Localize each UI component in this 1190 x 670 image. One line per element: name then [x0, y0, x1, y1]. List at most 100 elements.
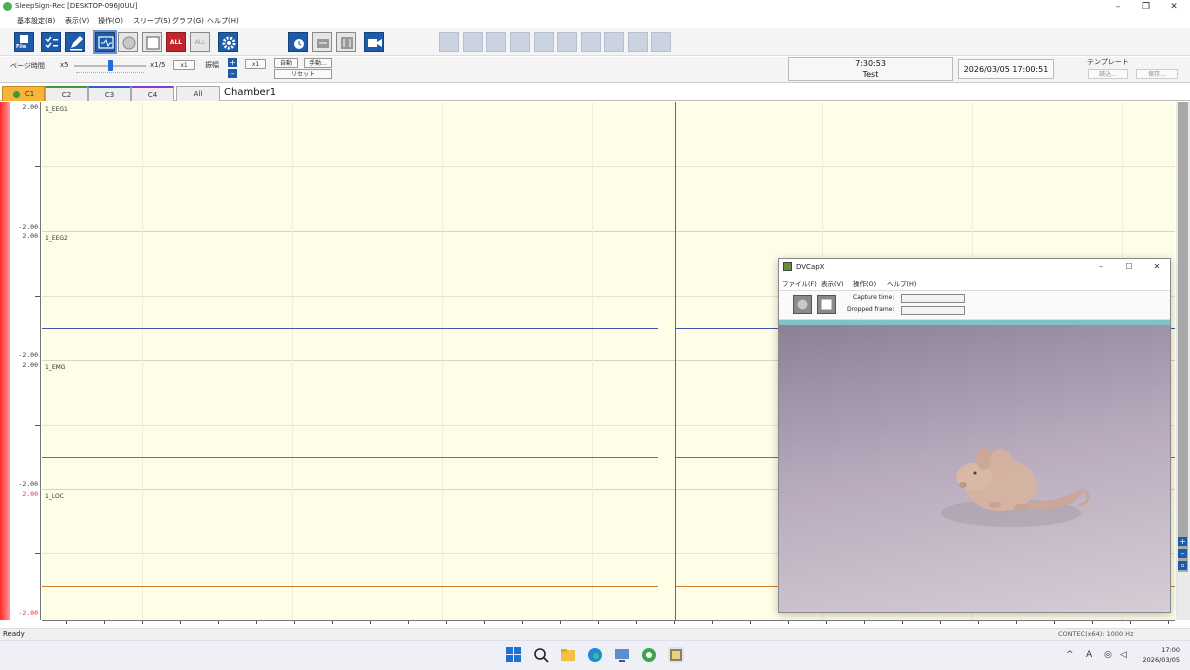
file-explorer-icon[interactable] [560, 647, 576, 663]
zoom-in-button[interactable]: + [1178, 537, 1187, 546]
volume-icon[interactable]: ◁ [1120, 650, 1127, 660]
disabled-tool-7[interactable] [581, 32, 601, 52]
search-icon[interactable] [533, 647, 549, 663]
restore-button[interactable]: ❐ [1135, 1, 1157, 13]
menu-graph[interactable]: グラフ(G) [172, 16, 204, 26]
checklist-button[interactable] [41, 32, 61, 52]
menu-view[interactable]: 表示(V) [65, 16, 89, 26]
x-tick [256, 621, 257, 624]
ch3-top-value: 2.00 [22, 361, 38, 369]
disabled-tool-2[interactable] [463, 32, 483, 52]
tab-c4[interactable]: C4 [131, 86, 174, 101]
tab-c2[interactable]: C2 [45, 86, 88, 101]
tray-expand-icon[interactable]: ^ [1066, 650, 1074, 660]
channel-icon [341, 37, 353, 49]
file-button[interactable]: File [14, 32, 34, 52]
disabled-tool-9[interactable] [628, 32, 648, 52]
x-tick [712, 621, 713, 624]
stop-button[interactable] [142, 32, 162, 52]
monitor-button[interactable] [93, 30, 117, 54]
record-button[interactable] [118, 32, 138, 52]
dvcapx-maximize-button[interactable]: ☐ [1119, 261, 1139, 272]
zoom-fit-button[interactable]: ▫ [1178, 561, 1187, 570]
amplitude-minus-button[interactable]: – [228, 69, 237, 78]
video-button[interactable] [364, 32, 384, 52]
x-tick [66, 621, 67, 624]
disabled-tool-6[interactable] [557, 32, 577, 52]
sleepsign-app-icon[interactable] [641, 647, 657, 663]
menu-basic-settings[interactable]: 基本設定(B) [17, 16, 55, 26]
scroll-thumb[interactable] [1178, 102, 1188, 572]
disabled-tool-8[interactable] [604, 32, 624, 52]
menu-help[interactable]: ヘルプ(H) [207, 16, 239, 26]
minimize-button[interactable]: – [1107, 1, 1129, 13]
current-datetime: 2026/03/05 17:00:51 [958, 59, 1054, 79]
all-stop-button[interactable]: ALL [190, 32, 210, 52]
disabled-tool-1[interactable] [439, 32, 459, 52]
time-cursor[interactable] [675, 102, 676, 620]
edge-browser-icon[interactable] [587, 647, 603, 663]
system-clock[interactable]: 17:00 2026/03/05 [1140, 645, 1180, 665]
monitor-app-icon[interactable] [614, 647, 630, 663]
settings-button[interactable] [218, 32, 238, 52]
disabled-tool-5[interactable] [534, 32, 554, 52]
disabled-tool-10[interactable] [651, 32, 671, 52]
reset-button[interactable]: リセット [274, 69, 332, 79]
dvcapx-menu-file[interactable]: ファイル(F) [782, 278, 817, 288]
y-axis-labels: 2.00 -2.00 2.00 -2.00 2.00 -2.00 2.00 -2… [10, 102, 41, 620]
transfer-button[interactable] [312, 32, 332, 52]
disabled-tool-4[interactable] [510, 32, 530, 52]
elapsed-time: 7:30:53 [855, 59, 886, 68]
alarm-button[interactable] [288, 32, 308, 52]
x-tick [940, 621, 941, 624]
windows-start-icon[interactable] [506, 647, 522, 663]
dvcapx-app-icon-taskbar[interactable] [668, 647, 684, 663]
disabled-tool-3[interactable] [486, 32, 506, 52]
dvcapx-record-button[interactable] [793, 295, 812, 314]
dvcapx-window[interactable]: DVCapX – ☐ ✕ ファイル(F) 表示(V) 操作(O) ヘルプ(H) … [778, 258, 1171, 613]
edit-button[interactable] [65, 32, 85, 52]
auto-button[interactable]: 自動 [274, 58, 298, 68]
ch4-top-value: 2.00 [22, 490, 38, 498]
eeg2-trace [42, 328, 658, 329]
template-load-button[interactable]: 読込... [1088, 69, 1128, 79]
channel-label-eeg1: 1_EEG1 [45, 106, 68, 113]
menu-operation[interactable]: 操作(O) [98, 16, 123, 26]
alarm-clock-icon [294, 39, 304, 49]
y-tick [35, 553, 40, 554]
zoom-out-button[interactable]: – [1178, 549, 1187, 558]
menu-sleep[interactable]: スリープ(S) [133, 16, 171, 26]
page-time-slider-thumb[interactable] [108, 60, 113, 71]
x-tick [484, 621, 485, 624]
network-icon[interactable]: ◎ [1104, 650, 1112, 660]
channel-separator [42, 231, 1175, 232]
amplitude-plus-button[interactable]: + [228, 58, 237, 67]
tab-c3[interactable]: C3 [88, 86, 131, 101]
dvcapx-title-bar[interactable]: DVCapX – ☐ ✕ [779, 259, 1170, 274]
page-time-x1-button[interactable]: x1 [173, 60, 195, 70]
check-icon [12, 90, 20, 98]
amplitude-x1-button[interactable]: x1 [245, 59, 266, 69]
dvcapx-menu-view[interactable]: 表示(V) [821, 278, 844, 288]
dvcapx-close-button[interactable]: ✕ [1147, 261, 1167, 272]
gear-icon [222, 36, 236, 50]
dvcapx-menu-help[interactable]: ヘルプ(H) [887, 278, 916, 288]
tab-all[interactable]: All [176, 86, 220, 101]
tab-c1[interactable]: C1 [2, 86, 45, 101]
dvcapx-stop-button[interactable] [817, 295, 836, 314]
sampling-rate: CONTEC(x64): 1000 Hz [1058, 630, 1134, 638]
title-bar: SleepSign-Rec [DESKTOP-096J0UU] – ❐ ✕ [0, 0, 1190, 14]
manual-button[interactable]: 手動... [304, 58, 332, 68]
all-record-button[interactable]: ALL [166, 32, 186, 52]
channel-button[interactable] [336, 32, 356, 52]
clock-date: 2026/03/05 [1142, 656, 1180, 664]
template-save-button[interactable]: 保存... [1136, 69, 1178, 79]
dvcapx-app-icon [783, 262, 792, 271]
close-button[interactable]: ✕ [1163, 1, 1185, 13]
emg-trace [42, 457, 658, 458]
ime-icon[interactable]: A [1086, 650, 1092, 660]
dvcapx-menu-operation[interactable]: 操作(O) [853, 278, 876, 288]
dvcapx-minimize-button[interactable]: – [1091, 261, 1111, 272]
capture-time-label: Capture time: [853, 294, 895, 301]
page-time-x5: x5 [60, 61, 69, 69]
